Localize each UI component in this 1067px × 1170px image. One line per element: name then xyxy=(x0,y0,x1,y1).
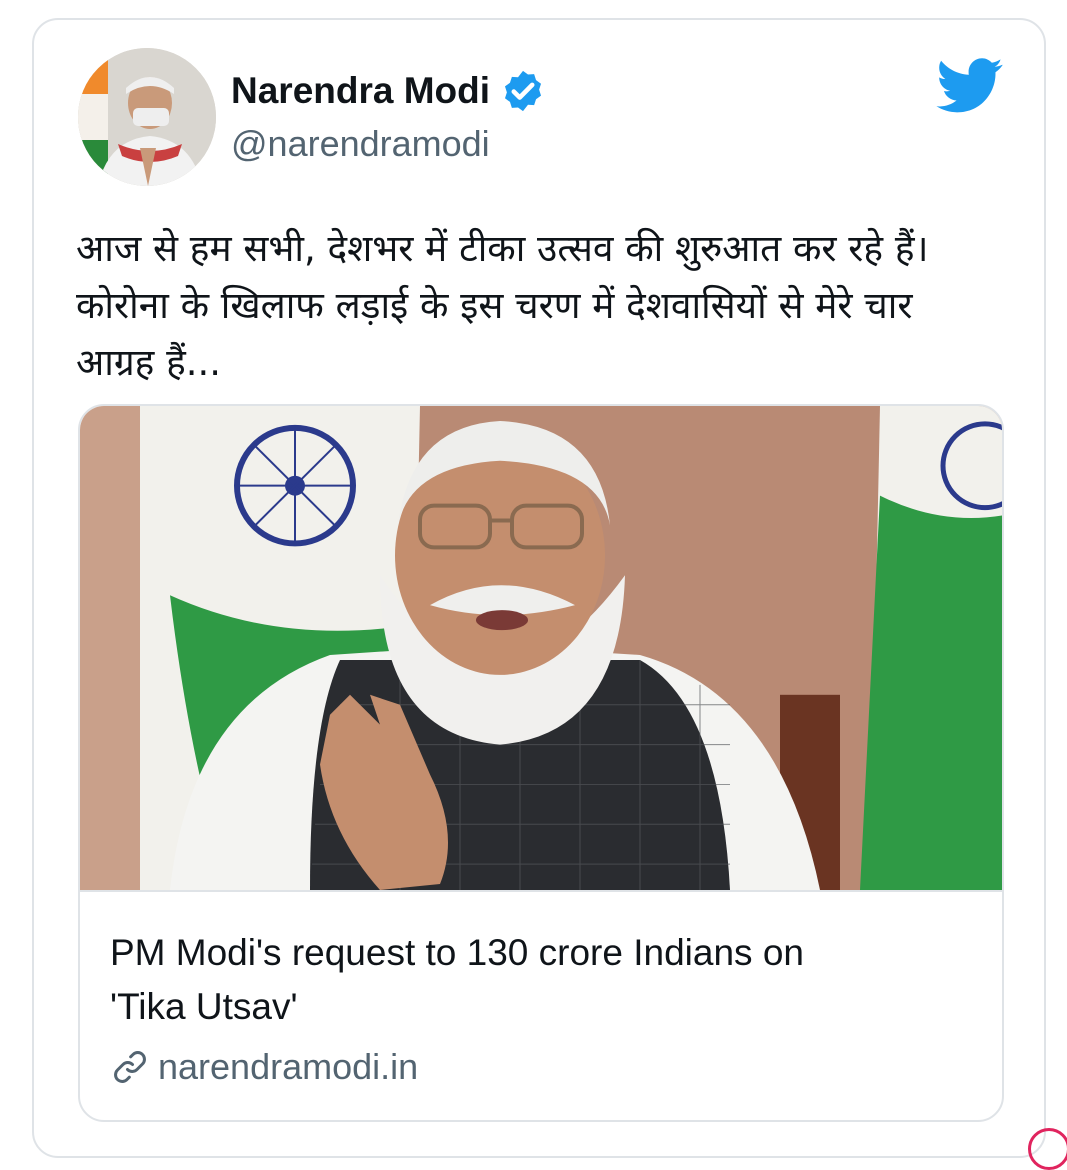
tweet-card[interactable]: Narendra Modi @narendramodi आज से हम सभी… xyxy=(32,18,1046,1158)
link-card-domain-row[interactable]: narendramodi.in xyxy=(110,1046,418,1088)
link-card-domain: narendramodi.in xyxy=(158,1046,419,1087)
tweet-text-line: कोरोना के खिलाफ लड़ाई के इस चरण में देशव… xyxy=(76,284,913,327)
avatar-photo xyxy=(78,48,216,186)
twitter-bird-icon[interactable] xyxy=(936,58,1004,114)
verified-badge-icon xyxy=(505,70,542,112)
link-card-title[interactable]: PM Modi's request to 130 crore Indians o… xyxy=(110,926,970,1034)
author-avatar[interactable] xyxy=(78,48,216,186)
tweet-text: आज से हम सभी, देशभर में टीका उत्सव की शु… xyxy=(76,220,1026,391)
link-preview-image xyxy=(80,406,1002,892)
tweet-text-line: आग्रह हैं... xyxy=(76,341,222,384)
link-icon xyxy=(114,1051,146,1083)
author-name[interactable]: Narendra Modi xyxy=(231,70,490,112)
link-card-title-line: PM Modi's request to 130 crore Indians o… xyxy=(110,932,804,973)
link-card-title-line: 'Tika Utsav' xyxy=(110,986,298,1027)
tweet-text-line: आज से हम सभी, देशभर में टीका उत्सव की शु… xyxy=(76,227,929,270)
link-preview-card[interactable]: PM Modi's request to 130 crore Indians o… xyxy=(78,404,1004,1122)
author-handle[interactable]: @narendramodi xyxy=(231,123,490,165)
corner-overlay-icon xyxy=(1028,1128,1067,1170)
